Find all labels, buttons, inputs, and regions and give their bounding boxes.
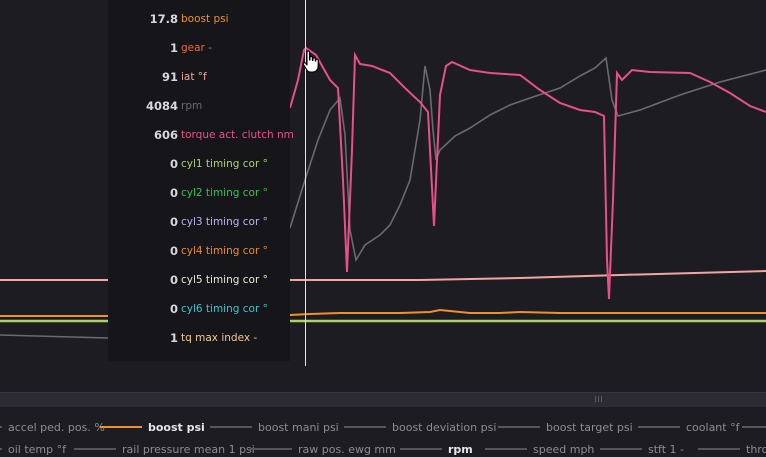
- legend-item[interactable]: raw pos. ewg mm: [250, 441, 396, 457]
- legend-swatch-icon: [250, 448, 292, 450]
- legend-item[interactable]: boost psi: [100, 419, 205, 435]
- legend-label: raw pos. ewg mm: [298, 442, 396, 456]
- tooltip-row: 606 torque act. clutch nm: [108, 126, 294, 144]
- legend-item[interactable]: boost deviation psi: [344, 419, 496, 435]
- legend-label: boost psi: [148, 420, 205, 434]
- tooltip-row: 0 cyl1 timing cor °: [108, 155, 290, 173]
- tooltip-row: 1 gear -: [108, 39, 290, 57]
- tooltip-series-label: cyl2 timing cor °: [181, 187, 268, 199]
- tooltip-series-label: cyl5 timing cor °: [181, 274, 268, 286]
- tooltip-value: 1: [169, 41, 178, 55]
- legend-swatch-icon: [344, 426, 386, 428]
- tooltip-value: 0: [169, 244, 178, 258]
- tooltip-value: 0: [169, 186, 178, 200]
- tooltip-series-label: cyl3 timing cor °: [181, 216, 268, 228]
- legend-swatch-icon: [0, 448, 2, 450]
- legend-swatch-icon: [638, 426, 680, 428]
- legend-label: speed mph: [533, 442, 595, 456]
- tooltip-row: 0 cyl2 timing cor °: [108, 184, 290, 202]
- legend-swatch-icon: [600, 448, 642, 450]
- legend-item[interactable]: coolant °f: [638, 419, 739, 435]
- chart-legend: accel ped. pos. % boost psi boost mani psi…: [0, 407, 766, 457]
- tooltip-series-label: cyl1 timing cor °: [181, 158, 268, 170]
- legend-item[interactable]: boost mani psi: [210, 419, 339, 435]
- series-torque-line: [289, 46, 766, 300]
- legend-item[interactable]: oil temp °f: [0, 441, 66, 457]
- tooltip-series-label: cyl4 timing cor °: [181, 245, 268, 257]
- legend-item[interactable]: throt: [698, 441, 766, 457]
- legend-label: rpm: [448, 442, 473, 456]
- legend-item[interactable]: rail pressure mean 1 psi: [74, 441, 255, 457]
- legend-label: rail pressure mean 1 psi: [122, 442, 255, 456]
- legend-item[interactable]: boost target psi: [498, 419, 633, 435]
- legend-label: throt: [746, 442, 766, 456]
- legend-swatch-icon: [0, 426, 2, 428]
- tooltip-row: 1 tq max index -: [108, 329, 290, 347]
- legend-item[interactable]: speed mph: [485, 441, 594, 457]
- legend-swatch-icon: [210, 426, 252, 428]
- legend-swatch-icon: [742, 426, 766, 428]
- legend-swatch-icon: [498, 426, 540, 428]
- tooltip-row: 17.8 boost psi: [108, 10, 290, 28]
- hover-tooltip: 17.8 boost psi 1 gear -91 iat °f 4084 rpm 606 to…: [108, 0, 294, 361]
- tooltip-value: 0: [169, 215, 178, 229]
- legend-label: boost mani psi: [258, 420, 339, 434]
- legend-item[interactable]: accel ped. pos. %: [0, 419, 105, 435]
- legend-label: oil temp °f: [8, 442, 66, 456]
- tooltip-value: 91: [161, 70, 178, 84]
- tooltip-value: 0: [169, 157, 178, 171]
- tooltip-value: 4084: [145, 99, 178, 113]
- tooltip-value: 1: [169, 331, 178, 345]
- tooltip-row: 4084 rpm: [108, 97, 290, 115]
- tooltip-series-label: gear -: [181, 42, 213, 54]
- legend-label: boost deviation psi: [392, 420, 497, 434]
- tooltip-series-label: rpm: [181, 100, 203, 112]
- tooltip-value: 0: [169, 302, 178, 316]
- tooltip-row: 91 iat °f: [108, 68, 290, 86]
- legend-label: boost target psi: [546, 420, 633, 434]
- legend-item[interactable]: rpm: [400, 441, 473, 457]
- tooltip-series-label: tq max index -: [181, 332, 258, 344]
- tooltip-value: 17.8: [149, 12, 178, 26]
- tooltip-row: 0 cyl4 timing cor °: [108, 242, 290, 260]
- legend-label: stft 1 -: [648, 442, 684, 456]
- tooltip-row: 0 cyl5 timing cor °: [108, 271, 290, 289]
- legend-label: coolant °f: [686, 420, 740, 434]
- legend-swatch-icon: [698, 448, 740, 450]
- tooltip-row: 0 cyl6 timing cor °: [108, 300, 290, 318]
- legend-swatch-icon: [400, 448, 442, 450]
- tooltip-row: 0 cyl3 timing cor °: [108, 213, 290, 231]
- legend-label: accel ped. pos. %: [8, 420, 105, 434]
- chart-bottom-gap: [0, 366, 766, 392]
- hand-cursor-icon: [302, 50, 319, 73]
- legend-swatch-icon: [485, 448, 527, 450]
- tooltip-series-label: iat °f: [181, 71, 207, 83]
- legend-swatch-icon: [74, 448, 116, 450]
- legend-swatch-icon: [100, 426, 142, 428]
- tooltip-value: 0: [169, 273, 178, 287]
- panel-resize-splitter[interactable]: [0, 392, 766, 407]
- tooltip-series-label: boost psi: [181, 13, 229, 25]
- tooltip-series-label: torque act. clutch nm: [181, 129, 294, 141]
- legend-item[interactable]: [742, 419, 766, 435]
- tooltip-value: 606: [153, 128, 178, 142]
- resize-grip-icon[interactable]: [595, 396, 603, 402]
- legend-item[interactable]: stft 1 -: [600, 441, 684, 457]
- tooltip-series-label: cyl6 timing cor °: [181, 303, 268, 315]
